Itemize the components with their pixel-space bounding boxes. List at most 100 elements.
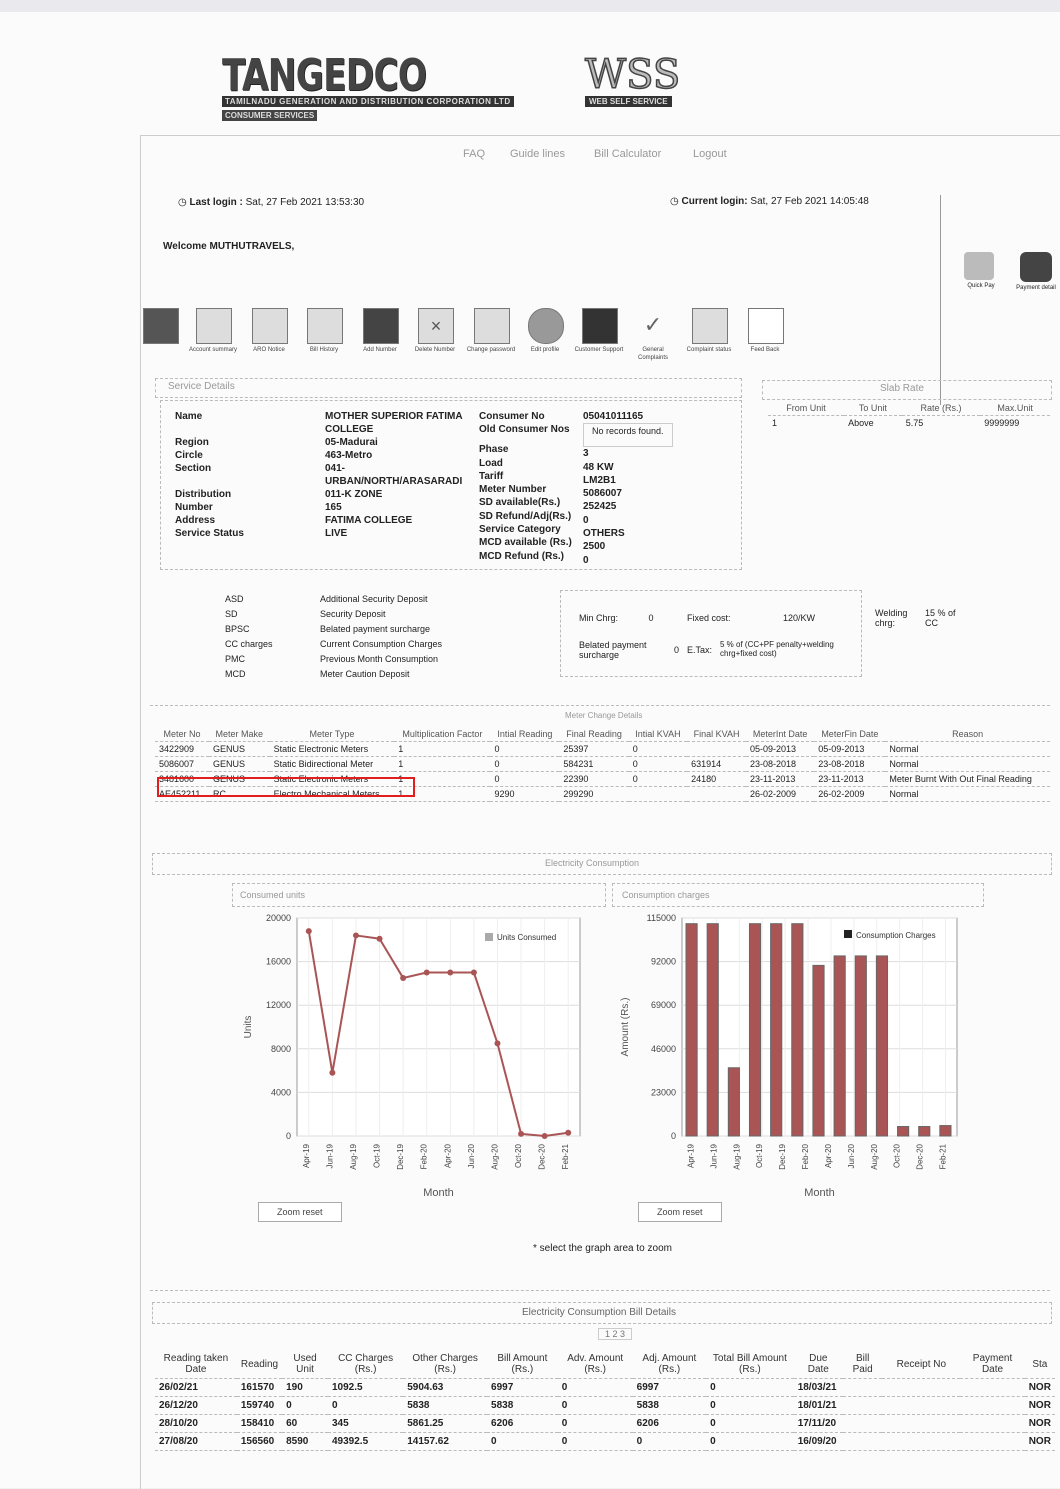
faq-link[interactable]: FAQ [463,148,485,160]
checkmark-icon[interactable]: ✓ [636,308,670,342]
feedback-icon[interactable] [748,308,784,344]
x-tick-label: Aug-19 [732,1143,741,1169]
charges-chart-title: Consumption charges [622,890,710,900]
x-tick-label: Dec-19 [396,1143,405,1169]
legend-swatch [485,933,493,941]
bar [727,1067,740,1137]
aro-notice-icon[interactable] [252,308,288,344]
data-point [400,974,407,981]
guidelines-link[interactable]: Guide lines [510,148,565,160]
meter-change-title: Meter Change Details [565,711,643,720]
change-password-label: Change password [466,347,516,353]
bar [748,923,762,1137]
delete-number-icon[interactable]: × [418,308,454,344]
data-point [329,1069,336,1076]
service-left-labels: Name Region Circle Section Distribution … [175,411,244,539]
bill-history-icon[interactable] [307,308,343,344]
bill-pager[interactable]: 1 2 3 [598,1328,633,1340]
belated-value: 0 [674,645,680,655]
etax-label: E.Tax: [687,645,713,655]
last-login: ◷ Last login : Sat, 27 Feb 2021 13:53:30 [178,197,365,208]
customer-support-label: Customer Support [574,347,624,353]
table-row: 28/10/20 158410 60 345 5861.25 6206 0 6206 0 17/1… [155,1414,1055,1433]
data-point [565,1129,572,1136]
y-tick-label: 12000 [266,1000,291,1010]
bill-details-title: Electricity Consumption Bill Details [522,1307,676,1318]
divider [940,195,941,405]
data-point [447,969,454,976]
x-tick-label: Oct-20 [514,1143,523,1168]
units-chart-title: Consumed units [240,890,306,900]
welding-charge-label: Welding chrg: [875,608,908,628]
data-point [305,928,312,935]
x-tick-label: Oct-20 [893,1143,902,1168]
home-icon[interactable] [143,308,179,344]
customer-support-icon[interactable] [582,308,618,344]
complaint-status-icon[interactable] [692,308,728,344]
min-charge: Min Chrg: 0 [579,613,654,623]
bar [918,1126,931,1137]
x-axis-label: Month [804,1187,835,1199]
account-summary-label: Account summary [188,347,237,353]
consumer-services-label: CONSUMER SERVICES [222,110,318,121]
y-tick-label: 115000 [647,913,676,923]
change-password-icon[interactable] [474,308,510,344]
service-right-labels: Consumer No Old Consumer Nos Phase Load … [479,411,572,562]
payment-icon[interactable] [1020,252,1052,282]
units-consumed-chart[interactable]: 0 4000 8000 12000 16000 20000 Apr-19 Jun-19 Aug-… [235,908,605,1203]
zoom-reset-button[interactable]: Zoom reset [638,1202,722,1222]
x-tick-label: Jun-19 [709,1143,718,1168]
table-row: 3422909 GENUS Static Electronic Meters 1 0 25… [155,741,1050,757]
zoom-reset-button[interactable]: Zoom reset [258,1202,342,1222]
data-point [518,1130,525,1137]
bar [939,1125,952,1137]
etax-value: 5 % of (CC+PF penalty+welding chrg+fixed… [720,640,834,658]
y-tick-label: 92000 [651,957,676,967]
slab-rate-title: Slab Rate [880,383,924,394]
slab-rate-table: From Unit To Unit Rate (Rs.) Max.Unit 1 Abov… [768,401,1050,430]
y-tick-label: 0 [286,1131,291,1141]
x-tick-label: Oct-19 [755,1143,764,1168]
tangedco-subtitle: TAMILNADU GENERATION AND DISTRIBUTION CO… [222,96,514,107]
aro-notice-label: ARO Notice [253,347,285,353]
y-tick-label: 16000 [266,957,291,967]
consumption-charges-chart[interactable]: 0 23000 46000 69000 92000 115000 Apr-19 Jun-19 A… [612,908,982,1203]
x-tick-label: Oct-19 [373,1143,382,1168]
complaint-status-label: Complaint status [686,347,732,353]
x-tick-label: Dec-20 [538,1143,547,1169]
bar [685,923,698,1137]
y-tick-label: 4000 [271,1087,291,1097]
wss-subtitle: WEB SELF SERVICE [585,96,672,107]
bar [812,964,825,1137]
add-number-icon[interactable] [363,308,399,344]
x-tick-label: Jun-19 [325,1143,334,1168]
y-axis-label: Amount (Rs.) [620,998,631,1057]
x-tick-label: Jun-20 [847,1143,856,1168]
bill-history-label: Bill History [309,347,339,353]
tangedco-logo: TANGEDCO [222,50,427,101]
y-tick-label: 46000 [651,1044,676,1054]
logout-link[interactable]: Logout [693,148,727,160]
highlight-box [157,777,415,797]
feedback-label: Feed Back [750,347,780,353]
data-point [376,935,383,942]
welding-charge-value: 15 % of CC [925,608,956,628]
edit-profile-icon[interactable] [528,308,564,344]
x-tick-label: Aug-20 [490,1143,499,1169]
belated-label: Belated payment surcharge [579,640,647,660]
add-number-label: Add Number [363,347,397,353]
x-tick-label: Feb-20 [420,1143,429,1169]
table-row: 26/12/20 159740 0 0 5838 5838 0 5838 0 18/01/21 NO… [155,1396,1055,1415]
bar [770,923,783,1137]
x-tick-label: Apr-20 [824,1143,833,1168]
bar [897,1126,910,1137]
bill-divider [150,1290,1050,1291]
x-tick-label: Apr-19 [302,1143,311,1168]
clock-icon: ◷ [670,196,679,207]
bill-calculator-link[interactable]: Bill Calculator [594,148,661,160]
quick-pay-icon[interactable] [964,252,994,280]
bar [833,955,846,1137]
account-summary-icon[interactable] [196,308,232,344]
current-login: ◷ Current login: Sat, 27 Feb 2021 14:05:… [670,196,869,207]
y-axis-label: Units [243,1016,254,1039]
